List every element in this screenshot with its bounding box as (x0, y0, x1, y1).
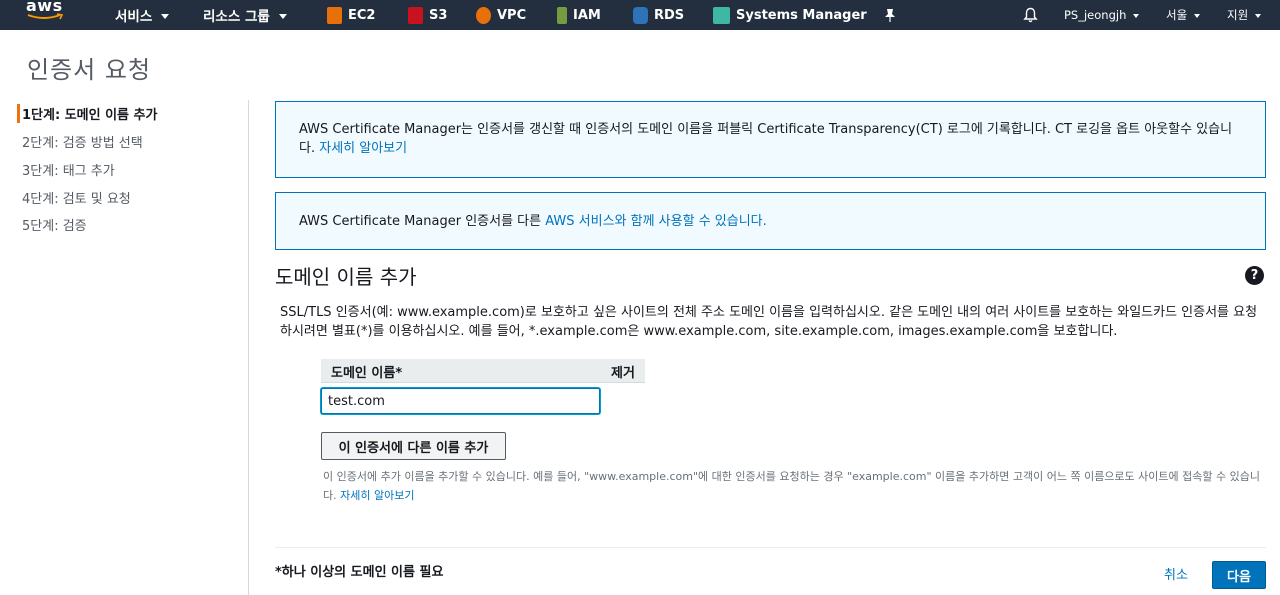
ec2-icon (327, 6, 342, 24)
step-1[interactable]: 1단계: 도메인 이름 추가 (22, 104, 157, 123)
additional-names-note: 이 인증서에 추가 이름을 추가할 수 있습니다. 예를 들어, "www.ex… (323, 467, 1263, 505)
shortcut-label: IAM (573, 7, 601, 23)
shortcut-label: Systems Manager (736, 7, 867, 23)
notification-bell-icon[interactable] (1023, 0, 1038, 30)
shortcut-iam[interactable]: IAM (557, 0, 601, 30)
account-name: PS_jeongjh (1064, 8, 1127, 22)
pin-icon[interactable] (884, 0, 896, 30)
domain-name-column-header: 도메인 이름* (331, 366, 403, 381)
section-title: 도메인 이름 추가 (275, 265, 417, 289)
shortcut-label: VPC (497, 7, 527, 23)
services-menu[interactable]: 서비스 (115, 0, 170, 30)
step-5: 5단계: 검증 (22, 219, 87, 234)
chevron-down-icon (1255, 14, 1262, 18)
step-3: 3단계: 태그 추가 (22, 164, 115, 179)
shortcut-systems-manager[interactable]: Systems Manager (713, 0, 867, 30)
integration-info-box: AWS Certificate Manager 인증서를 다른 AWS 서비스와… (275, 192, 1266, 250)
systems-manager-icon (713, 6, 730, 24)
support-label: 지원 (1227, 8, 1249, 22)
aws-services-link[interactable]: AWS 서비스와 함께 사용할 수 있습니다. (545, 212, 767, 231)
chevron-down-icon (161, 13, 170, 19)
step-2: 2단계: 검증 방법 선택 (22, 136, 143, 151)
chevron-down-icon (1133, 14, 1140, 18)
shortcut-label: EC2 (348, 7, 376, 23)
shortcut-rds[interactable]: RDS (633, 0, 684, 30)
aws-logo[interactable]: aws (26, 0, 66, 26)
learn-more-link[interactable]: 자세히 알아보기 (319, 141, 407, 156)
learn-more-link[interactable]: 자세히 알아보기 (340, 489, 414, 502)
integration-info-text: AWS Certificate Manager 인증서를 다른 (299, 213, 546, 229)
shortcut-ec2[interactable]: EC2 (327, 0, 375, 30)
footer-divider (275, 547, 1266, 548)
add-another-name-button[interactable]: 이 인증서에 다른 이름 추가 (321, 432, 506, 460)
support-menu[interactable]: 지원 (1227, 0, 1262, 30)
page-title: 인증서 요청 (27, 56, 152, 84)
next-button[interactable]: 다음 (1212, 561, 1266, 589)
resource-groups-label: 리소스 그룹 (203, 9, 270, 25)
region-menu[interactable]: 서울 (1166, 0, 1201, 30)
s3-icon (408, 6, 423, 24)
shortcut-label: S3 (429, 7, 448, 23)
shortcut-label: RDS (654, 7, 685, 23)
shortcut-vpc[interactable]: VPC (476, 0, 526, 30)
iam-icon (557, 6, 567, 24)
step-4: 4단계: 검토 및 요청 (22, 192, 131, 207)
account-menu[interactable]: PS_jeongjh (1064, 0, 1140, 30)
aws-smile-icon (27, 13, 64, 20)
sidebar-divider (248, 100, 249, 595)
services-label: 서비스 (115, 9, 153, 25)
resource-groups-menu[interactable]: 리소스 그룹 (203, 0, 287, 30)
rds-icon (633, 6, 648, 24)
ct-logging-info-box: AWS Certificate Manager는 인증서를 갱신할 때 인증서의… (275, 101, 1266, 178)
domain-table-header: 도메인 이름* 제거 (321, 359, 645, 383)
shortcut-s3[interactable]: S3 (408, 0, 447, 30)
required-note: *하나 이상의 도메인 이름 필요 (275, 565, 444, 580)
chevron-down-icon (1194, 14, 1201, 18)
cancel-link[interactable]: 취소 (1164, 564, 1188, 583)
region-name: 서울 (1166, 8, 1188, 22)
ct-logging-info-text: AWS Certificate Manager는 인증서를 갱신할 때 인증서의… (299, 122, 1233, 156)
additional-names-note-text: 이 인증서에 추가 이름을 추가할 수 있습니다. 예를 들어, "www.ex… (323, 470, 1260, 502)
top-navigation-bar: aws 서비스 리소스 그룹 EC2 S3 VPC IAM RDS System… (0, 0, 1280, 30)
vpc-icon (476, 6, 491, 24)
domain-name-input[interactable] (321, 388, 600, 414)
section-description: SSL/TLS 인증서(예: www.example.com)로 보호하고 싶은… (280, 305, 1258, 339)
chevron-down-icon (278, 13, 287, 19)
remove-column-header: 제거 (611, 366, 635, 381)
active-step-indicator (17, 104, 20, 123)
help-icon[interactable]: ? (1245, 266, 1264, 285)
